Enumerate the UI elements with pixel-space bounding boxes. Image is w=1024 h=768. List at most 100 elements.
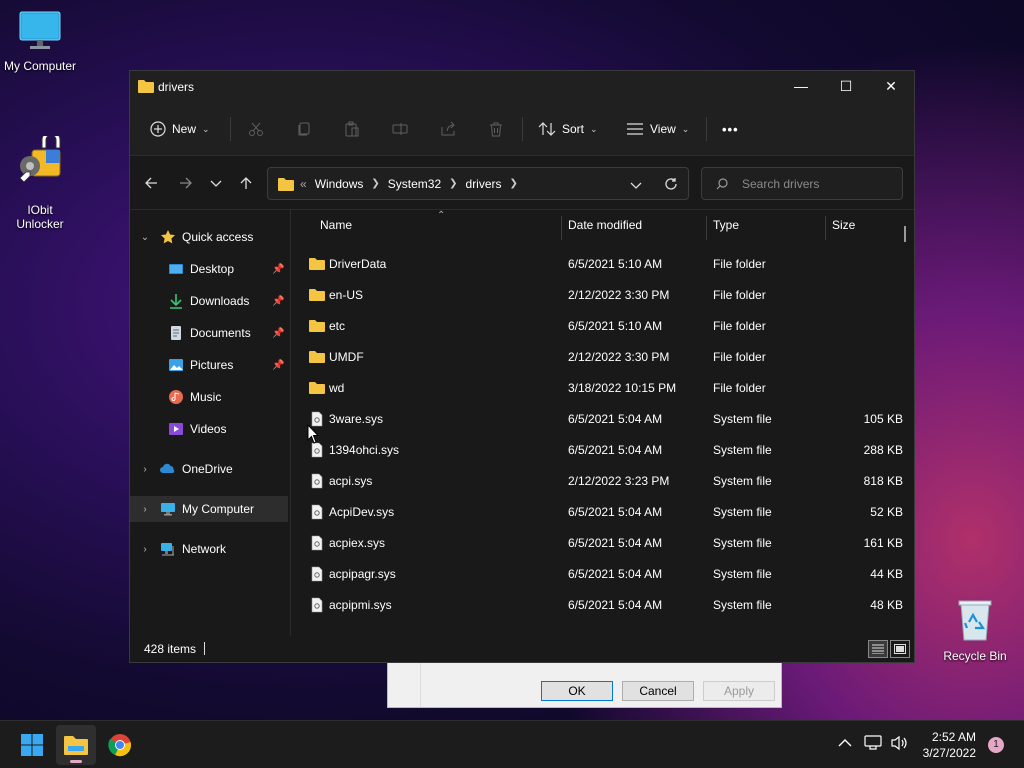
nav-item-downloads[interactable]: Downloads 📌: [130, 288, 288, 314]
pin-icon[interactable]: 📌: [272, 296, 284, 307]
taskbar-file-explorer[interactable]: [56, 725, 96, 765]
volume-tray-button[interactable]: [890, 735, 908, 754]
search-box[interactable]: [701, 167, 903, 200]
item-count: 428 items: [144, 642, 197, 656]
show-hidden-icons-button[interactable]: [838, 735, 852, 751]
status-bar: 428 items: [130, 636, 914, 662]
table-row[interactable]: DriverData 6/5/2021 5:10 AM File folder: [291, 248, 903, 279]
nav-item-onedrive[interactable]: › OneDrive: [130, 456, 288, 482]
desktop-icon-recycle-bin[interactable]: Recycle Bin: [935, 598, 1015, 663]
table-row[interactable]: 1394ohci.sys 6/5/2021 5:04 AM System file 2…: [291, 434, 903, 465]
nav-item-music[interactable]: Music: [130, 384, 288, 410]
delete-button[interactable]: [488, 103, 504, 155]
more-options-button[interactable]: •••: [722, 103, 739, 155]
column-divider[interactable]: [825, 216, 826, 240]
pin-icon[interactable]: 📌: [272, 360, 284, 371]
nav-quick-access[interactable]: ⌄ Quick access: [130, 224, 288, 250]
nav-item-videos[interactable]: Videos: [130, 416, 288, 442]
maximize-button[interactable]: ☐: [823, 71, 869, 101]
table-row[interactable]: acpiex.sys 6/5/2021 5:04 AM System file 161…: [291, 527, 903, 558]
desktop-icon-my-computer[interactable]: My Computer: [0, 10, 80, 73]
column-header-name[interactable]: Name: [320, 210, 560, 240]
column-divider[interactable]: [706, 216, 707, 240]
nav-item-pictures[interactable]: Pictures 📌: [130, 352, 288, 378]
breadcrumb-system32[interactable]: System32: [388, 177, 441, 191]
arrow-up-icon: [240, 177, 252, 189]
clock[interactable]: 2:52 AM 3/27/2022: [923, 729, 976, 761]
nav-item-documents[interactable]: Documents 📌: [130, 320, 288, 346]
table-row[interactable]: AcpiDev.sys 6/5/2021 5:04 AM System file 52…: [291, 496, 903, 527]
rename-button[interactable]: [392, 103, 408, 155]
copy-button[interactable]: [296, 103, 312, 155]
chevron-right-icon[interactable]: ❯: [510, 178, 518, 189]
column-header-size[interactable]: Size: [832, 210, 902, 240]
chevron-right-icon[interactable]: ❯: [371, 178, 379, 189]
breadcrumb-drivers[interactable]: drivers: [466, 177, 502, 191]
active-indicator: [70, 760, 82, 763]
paste-button[interactable]: [344, 103, 360, 155]
column-header-type[interactable]: Type: [713, 210, 823, 240]
start-button[interactable]: [12, 725, 52, 765]
tiles-view-toggle[interactable]: [890, 640, 910, 658]
refresh-icon[interactable]: [664, 177, 678, 191]
divider: [230, 117, 231, 141]
nav-item-network[interactable]: › Network: [130, 536, 288, 562]
notification-badge[interactable]: 1: [988, 737, 1004, 753]
desktop-icon-iobit-unlocker[interactable]: IObit Unlocker: [0, 108, 80, 245]
system-file-icon: [311, 473, 323, 489]
chevron-right-icon[interactable]: ❯: [449, 178, 457, 189]
breadcrumb-overflow[interactable]: «: [300, 177, 307, 191]
chevron-right-icon[interactable]: ›: [140, 544, 150, 555]
table-row[interactable]: acpi.sys 2/12/2022 3:23 PM System file 818 …: [291, 465, 903, 496]
file-type: System file: [713, 567, 772, 581]
cut-button[interactable]: [248, 103, 264, 155]
nav-item-desktop[interactable]: Desktop 📌: [130, 256, 288, 282]
back-button[interactable]: [137, 170, 165, 196]
vertical-scrollbar[interactable]: [904, 226, 906, 242]
chevron-right-icon[interactable]: ›: [140, 464, 150, 475]
pin-icon[interactable]: 📌: [272, 328, 284, 339]
unlocker-icon: [0, 122, 80, 185]
share-button[interactable]: [440, 103, 456, 155]
titlebar[interactable]: drivers — ☐ ✕: [130, 71, 914, 103]
table-row[interactable]: acpipmi.sys 6/5/2021 5:04 AM System file 48…: [291, 589, 903, 620]
column-header-date[interactable]: Date modified: [568, 210, 703, 240]
nav-label: OneDrive: [182, 462, 233, 476]
column-divider[interactable]: [561, 216, 562, 240]
search-input[interactable]: [742, 176, 892, 191]
network-tray-button[interactable]: [864, 735, 882, 754]
table-row[interactable]: etc 6/5/2021 5:10 AM File folder: [291, 310, 903, 341]
chevron-down-icon[interactable]: ⌄: [140, 232, 150, 243]
chevron-right-icon[interactable]: ›: [140, 504, 150, 515]
table-row[interactable]: UMDF 2/12/2022 3:30 PM File folder: [291, 341, 903, 372]
cancel-button[interactable]: Cancel: [622, 681, 694, 701]
nav-item-my-computer[interactable]: › My Computer: [130, 496, 288, 522]
table-row[interactable]: en-US 2/12/2022 3:30 PM File folder: [291, 279, 903, 310]
taskbar-chrome[interactable]: [100, 725, 140, 765]
view-button[interactable]: View ⌄: [626, 103, 689, 155]
table-row[interactable]: 3ware.sys 6/5/2021 5:04 AM System file 105 …: [291, 403, 903, 434]
table-row[interactable]: wd 3/18/2022 10:15 PM File folder: [291, 372, 903, 403]
recent-locations-button[interactable]: [202, 170, 230, 196]
chevron-down-icon: [210, 180, 222, 187]
chevron-down-icon[interactable]: [630, 180, 642, 190]
video-icon: [169, 423, 183, 435]
table-row[interactable]: acpipagr.sys 6/5/2021 5:04 AM System file 4…: [291, 558, 903, 589]
list-view-icon: [627, 123, 643, 135]
sort-button[interactable]: Sort ⌄: [538, 103, 598, 155]
minimize-button[interactable]: —: [778, 71, 824, 101]
address-bar[interactable]: « Windows ❯ System32 ❯ drivers ❯: [267, 167, 689, 200]
file-size: 161 KB: [863, 536, 903, 550]
file-date: 6/5/2021 5:10 AM: [568, 319, 663, 333]
details-view-toggle[interactable]: [868, 640, 888, 658]
pin-icon[interactable]: 📌: [272, 264, 284, 275]
file-date: 6/5/2021 5:04 AM: [568, 536, 663, 550]
close-button[interactable]: ✕: [868, 71, 914, 101]
ok-button[interactable]: OK: [541, 681, 613, 701]
apply-button[interactable]: Apply: [703, 681, 775, 701]
windows-logo-icon: [21, 734, 43, 756]
forward-button[interactable]: [172, 170, 200, 196]
new-button[interactable]: New ⌄: [150, 103, 210, 155]
up-button[interactable]: [232, 170, 260, 196]
breadcrumb-windows[interactable]: Windows: [315, 177, 364, 191]
